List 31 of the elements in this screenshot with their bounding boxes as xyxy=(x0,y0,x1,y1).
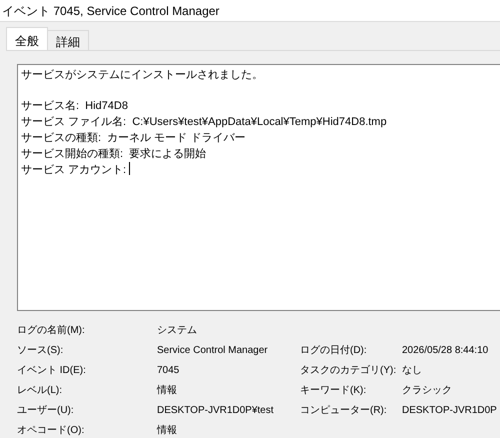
field-label: ログの日付(D): xyxy=(300,344,368,358)
field-label: タスクのカテゴリ(Y): xyxy=(300,364,398,378)
message-line: サービス アカウント: xyxy=(21,164,128,176)
field-value: DESKTOP-JVR1D0P¥test xyxy=(157,404,275,418)
field-value: Service Control Manager xyxy=(157,344,269,358)
event-message-box[interactable]: サービスがシステムにインストールされました。 サービス名: Hid74D8 サービス ファイル名: C:¥Users¥test¥AppData¥Local¥Temp¥Hid74D8.tmp サービスの種類: カーネル モード ドライバー サービス開始の種類: 要求による開始 サービス アカウント: xyxy=(17,64,500,311)
message-line: サービス名: Hid74D8 xyxy=(21,100,128,112)
field-label: コンピューター(R): xyxy=(300,404,388,418)
tab[interactable]: 詳細 xyxy=(47,30,89,50)
message-line: サービスがシステムにインストールされました。 xyxy=(21,69,263,81)
field-value: 情報 xyxy=(157,384,178,398)
field-value: なし xyxy=(402,364,423,378)
field-label: イベント ID(E): xyxy=(17,364,87,378)
text-cursor xyxy=(129,162,130,176)
tab[interactable]: 全般 xyxy=(6,27,48,50)
message-line: サービス開始の種類: 要求による開始 xyxy=(21,148,206,160)
field-value: DESKTOP-JVR1D0P xyxy=(402,404,498,418)
field-label: ログの名前(M): xyxy=(17,324,86,338)
field-label: キーワード(K): xyxy=(300,384,368,398)
field-value: 情報 xyxy=(157,424,178,438)
field-value: クラシック xyxy=(402,384,453,398)
field-label: ソース(S): xyxy=(17,344,64,358)
field-label: レベル(L): xyxy=(17,384,63,398)
field-value: システム xyxy=(157,324,198,338)
message-line: サービス ファイル名: C:¥Users¥test¥AppData¥Local¥Temp¥Hid74D8.tmp xyxy=(21,116,387,128)
field-value: 2026/05/28 8:44:10 xyxy=(402,344,490,358)
field-value: 7045 xyxy=(157,364,180,378)
field-label: ユーザー(U): xyxy=(17,404,75,418)
field-label: オペコード(O): xyxy=(17,424,86,438)
message-line: サービスの種類: カーネル モード ドライバー xyxy=(21,132,246,144)
window-title: イベント 7045, Service Control Manager xyxy=(2,4,220,18)
